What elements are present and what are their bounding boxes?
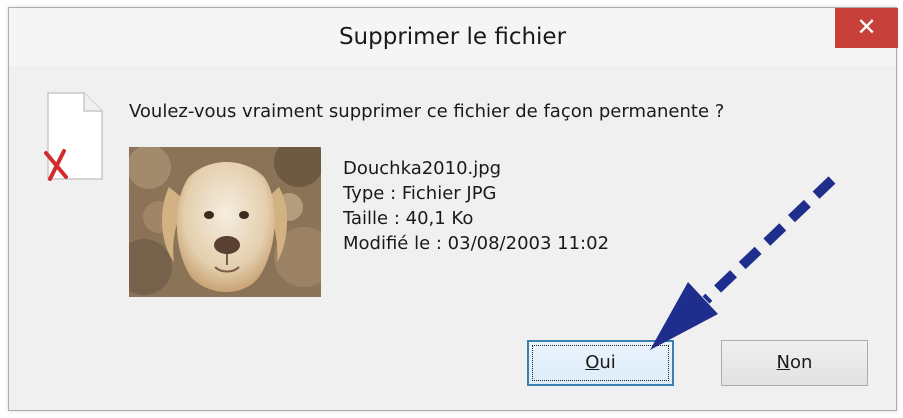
no-button[interactable]: Non [721,340,868,386]
no-mnemonic: N [776,352,791,373]
file-modified: Modifié le : 03/08/2003 11:02 [343,233,610,254]
no-label-rest: on [790,352,813,373]
file-name: Douchka2010.jpg [343,158,502,179]
close-icon: ✕ [856,13,877,41]
dog-photo-thumbnail [129,147,321,297]
screen: Supprimer le fichier ✕ Voulez-vous vraim… [0,0,903,418]
confirmation-question: Voulez-vous vraiment supprimer ce fichie… [129,101,725,122]
file-size: Taille : 40,1 Ko [343,208,474,229]
focus-ring [532,345,669,381]
title-bar[interactable]: Supprimer le fichier [9,8,896,66]
dialog-content: Voulez-vous vraiment supprimer ce fichie… [18,71,888,403]
close-button[interactable]: ✕ [835,8,898,48]
file-details: Douchka2010.jpg Type : Fichier JPG Taill… [343,156,609,256]
dialog-title: Supprimer le fichier [338,24,567,50]
file-delete-icon [44,92,103,181]
file-type: Type : Fichier JPG [343,183,497,204]
delete-file-dialog: Supprimer le fichier ✕ Voulez-vous vraim… [8,7,898,411]
yes-button[interactable]: Oui [527,340,674,386]
